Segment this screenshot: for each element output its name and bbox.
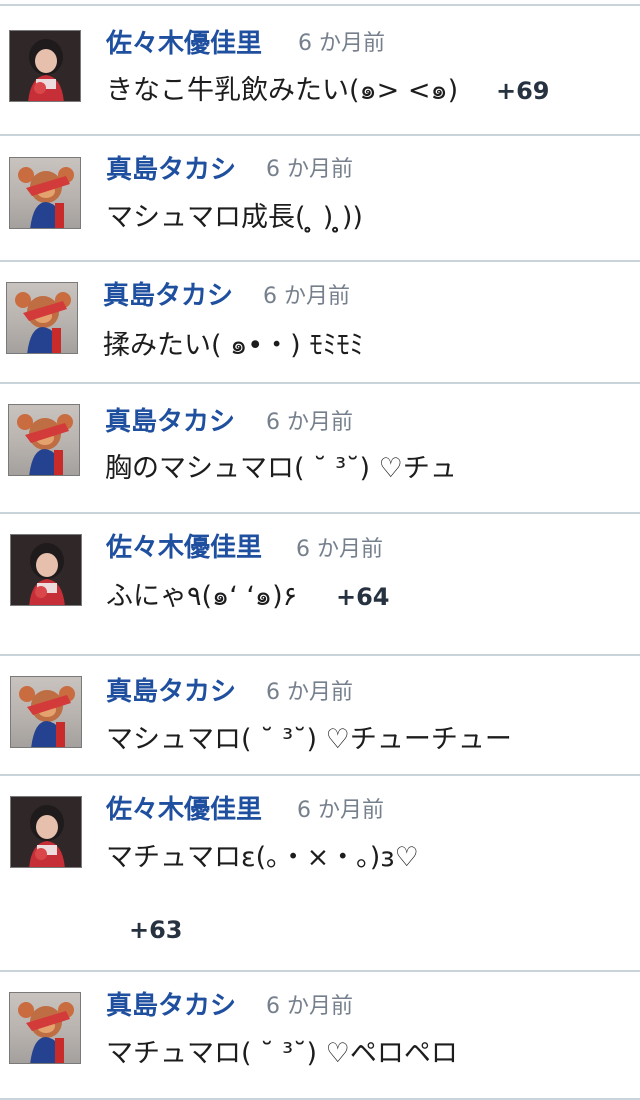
- comment-text: マシュマロ成長( ̥̥̥̥̥ ) ̥̥̥̥̥)): [106, 202, 363, 233]
- reaction-count[interactable]: +64: [336, 582, 390, 612]
- timestamp: 6 か月前: [266, 157, 353, 182]
- avatar[interactable]: [10, 676, 82, 748]
- mascot-icon: [15, 292, 71, 353]
- comment-text: マチュマロε(｡・×・｡)з♡: [106, 842, 419, 873]
- person-icon: [11, 535, 81, 605]
- avatar[interactable]: [9, 157, 81, 229]
- comment-item[interactable]: 佐々木優佳里 6 か月前 マチュマロε(｡・×・｡)з♡ +63: [0, 774, 640, 970]
- avatar[interactable]: [6, 282, 78, 354]
- author-name[interactable]: 真島タカシ: [106, 990, 236, 1022]
- timestamp: 6 か月前: [297, 798, 384, 823]
- reaction-count[interactable]: +63: [129, 915, 183, 945]
- author-name[interactable]: 真島タカシ: [106, 676, 236, 708]
- author-name[interactable]: 佐々木優佳里: [106, 532, 262, 564]
- avatar[interactable]: [8, 404, 80, 476]
- avatar[interactable]: [9, 30, 81, 102]
- comment-text: マシュマロ( ˘ ³˘) ♡チューチュー: [106, 724, 512, 755]
- comment-item[interactable]: 真島タカシ 6 か月前 揉みたい( ๑•・) ﾓﾐﾓﾐ: [0, 260, 640, 382]
- timestamp: 6 か月前: [266, 410, 353, 435]
- comment-item[interactable]: 佐々木優佳里 6 か月前 ふにゃ٩(๑ʻ ʻ๑)۶ +64: [0, 512, 640, 654]
- comment-text: ふにゃ٩(๑ʻ ʻ๑)۶: [106, 581, 298, 612]
- avatar[interactable]: [10, 796, 82, 868]
- timestamp: 6 か月前: [266, 994, 353, 1019]
- author-name[interactable]: 真島タカシ: [103, 280, 233, 312]
- timestamp: 6 か月前: [263, 284, 350, 309]
- mascot-icon: [18, 1002, 74, 1063]
- author-name[interactable]: 佐々木優佳里: [106, 794, 262, 826]
- timestamp: 6 か月前: [296, 537, 383, 562]
- comment-item[interactable]: 真島タカシ 6 か月前 マチュマロ( ˘ ³˘) ♡ペロペロ: [0, 970, 640, 1098]
- comment-feed: 佐々木優佳里 6 か月前 きなこ牛乳飲みたい(๑> <๑) +69 真島タカシ …: [0, 0, 640, 1100]
- comment-text: 胸のマシュマロ( ˘ ³˘) ♡チュ: [105, 453, 457, 484]
- avatar[interactable]: [9, 992, 81, 1064]
- comment-item[interactable]: 真島タカシ 6 か月前 胸のマシュマロ( ˘ ³˘) ♡チュ: [0, 382, 640, 512]
- reaction-count[interactable]: +69: [496, 76, 550, 106]
- mascot-icon: [18, 167, 74, 228]
- avatar[interactable]: [10, 534, 82, 606]
- author-name[interactable]: 佐々木優佳里: [106, 28, 262, 60]
- author-name[interactable]: 真島タカシ: [105, 406, 235, 438]
- person-icon: [10, 31, 80, 101]
- comment-text: 揉みたい( ๑•・) ﾓﾐﾓﾐ: [103, 330, 364, 361]
- comment-item[interactable]: 真島タカシ 6 か月前 マシュマロ( ˘ ³˘) ♡チューチュー: [0, 654, 640, 774]
- comment-text: マチュマロ( ˘ ³˘) ♡ペロペロ: [106, 1038, 458, 1069]
- person-icon: [11, 797, 81, 867]
- mascot-icon: [17, 414, 73, 475]
- comment-text: きなこ牛乳飲みたい(๑> <๑): [106, 75, 459, 106]
- author-name[interactable]: 真島タカシ: [106, 154, 236, 186]
- timestamp: 6 か月前: [298, 31, 385, 56]
- mascot-icon: [19, 686, 75, 747]
- timestamp: 6 か月前: [266, 680, 353, 705]
- comment-item[interactable]: 佐々木優佳里 6 か月前 きなこ牛乳飲みたい(๑> <๑) +69: [0, 0, 640, 134]
- comment-item[interactable]: 真島タカシ 6 か月前 マシュマロ成長( ̥̥̥̥̥ ) ̥̥̥̥̥)): [0, 134, 640, 260]
